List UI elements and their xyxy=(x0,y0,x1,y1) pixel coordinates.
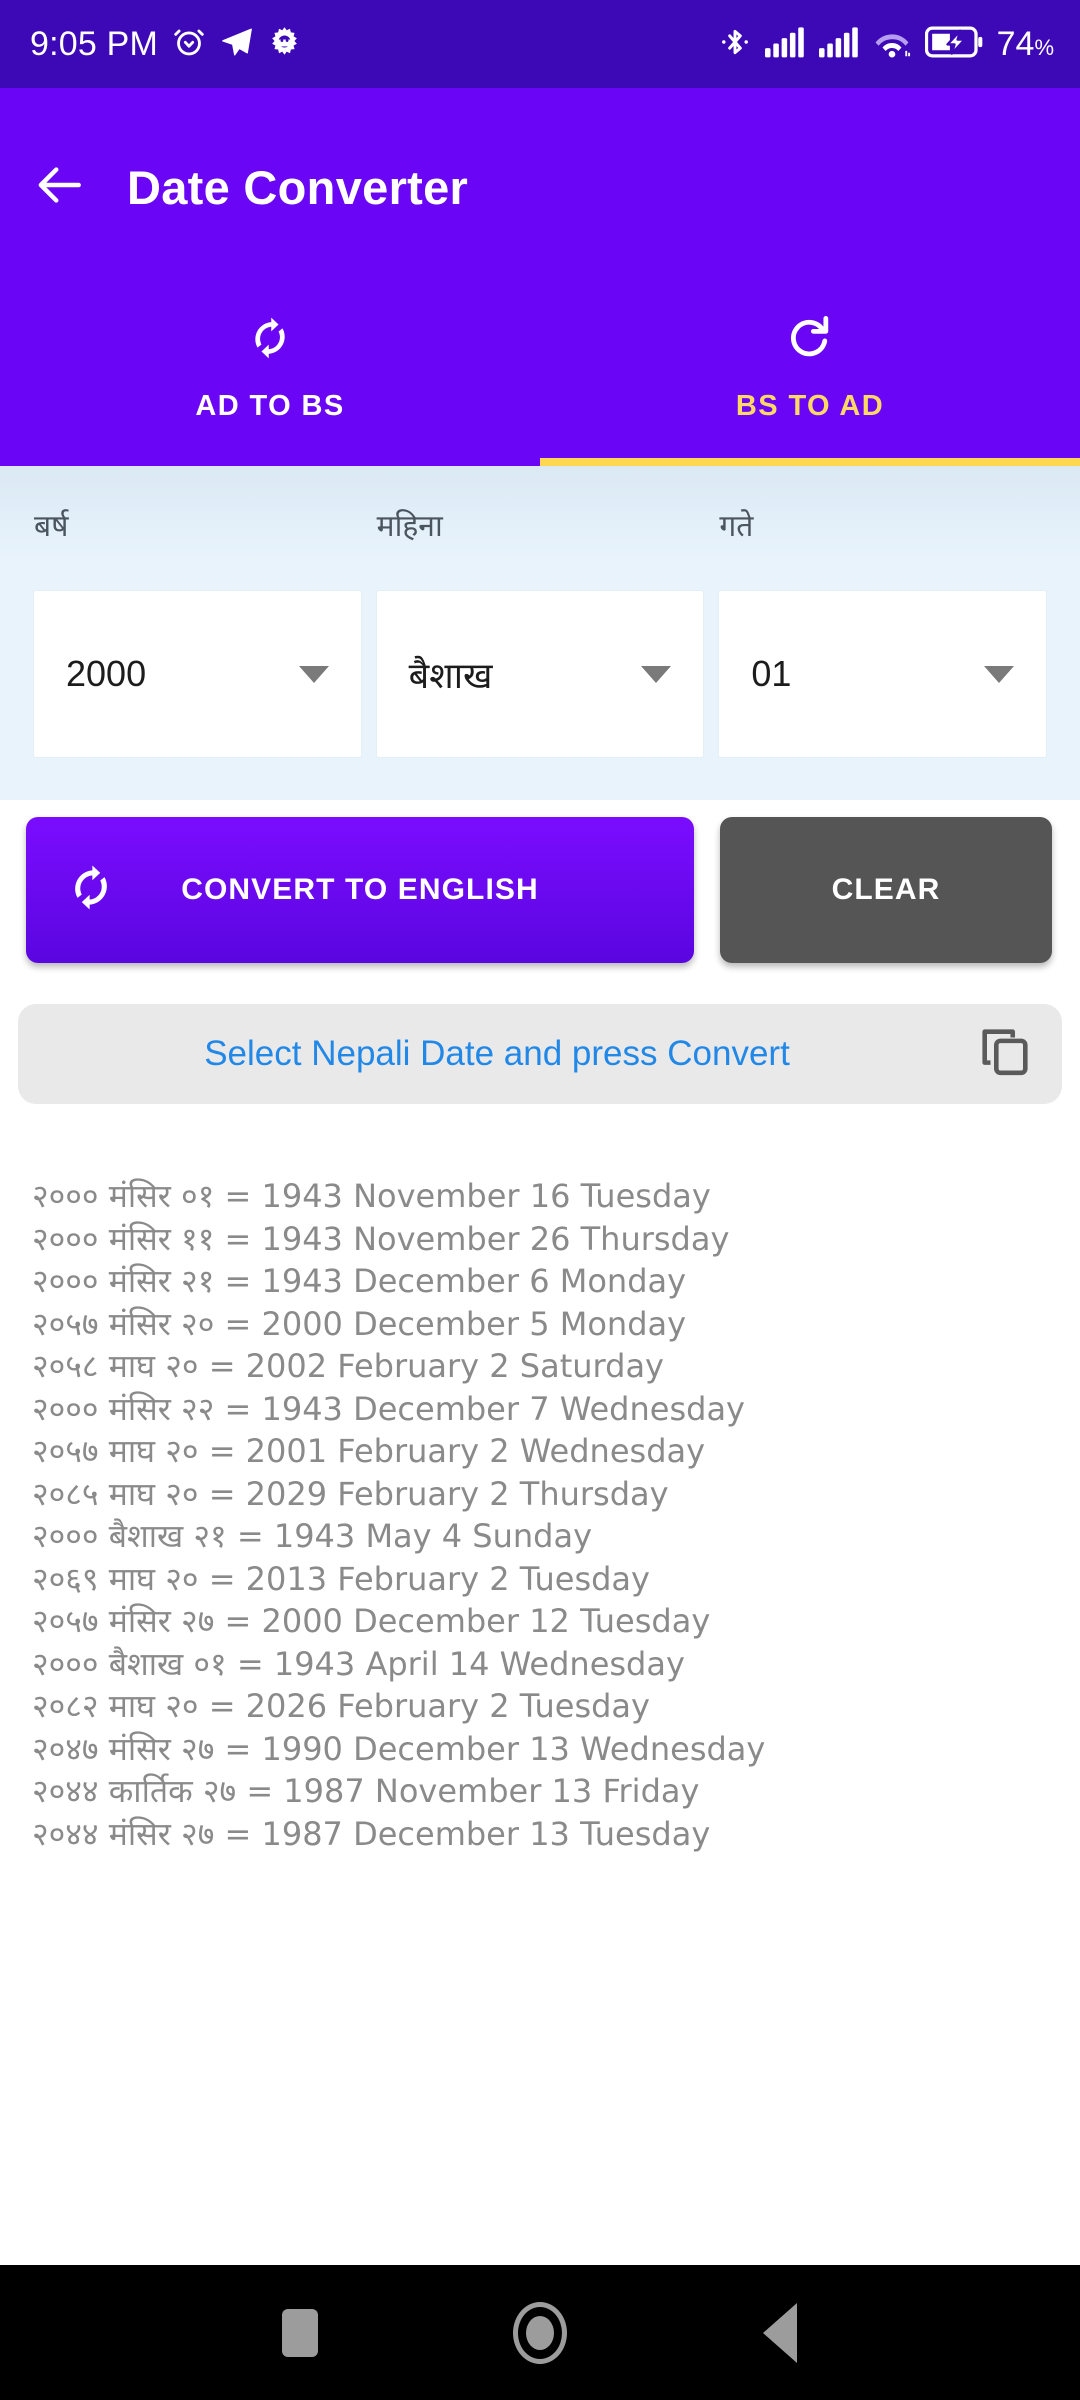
day-value: 01 xyxy=(751,653,792,694)
list-item[interactable]: २०५८ माघ २० = 2002 February 2 Saturday xyxy=(32,1345,1048,1388)
arrow-left-icon xyxy=(32,157,88,218)
month-dropdown[interactable]: बैशाख xyxy=(376,591,704,757)
field-col-month: महिना xyxy=(369,504,712,545)
list-item[interactable]: २०४४ मंसिर २७ = 1987 December 13 Tuesday xyxy=(32,1813,1048,1856)
refresh-icon xyxy=(785,313,835,368)
tab-indicator xyxy=(540,458,1080,466)
chevron-down-icon xyxy=(298,665,329,683)
list-item[interactable]: २०६९ माघ २० = 2013 February 2 Tuesday xyxy=(32,1558,1048,1601)
action-button-row: CONVERT TO ENGLISH CLEAR xyxy=(0,800,1080,980)
recents-button[interactable] xyxy=(180,2308,420,2357)
list-item[interactable]: २००० मंसिर ११ = 1943 November 26 Thursda… xyxy=(32,1218,1048,1261)
list-item[interactable]: २०८५ माघ २० = 2029 February 2 Thursday xyxy=(32,1473,1048,1516)
signal-sim1-icon xyxy=(764,26,805,63)
tab-label: BS TO AD xyxy=(735,390,885,422)
copy-icon xyxy=(976,1023,1034,1086)
year-value: 2000 xyxy=(66,653,147,694)
app-bar: Date Converter xyxy=(0,88,1080,300)
result-bar-wrap: Select Nepali Date and press Convert xyxy=(0,990,1080,1118)
day-dropdown[interactable]: 01 xyxy=(719,591,1047,757)
sync-icon xyxy=(245,313,295,368)
dropdown-wrap-year: 2000 xyxy=(26,591,369,757)
tab-label: AD TO BS xyxy=(195,390,345,422)
status-bar: 9:05 PM 74% xyxy=(0,0,1080,88)
copy-button[interactable] xyxy=(972,1021,1038,1087)
status-time: 9:05 PM xyxy=(30,25,159,63)
field-col-year: बर्ष xyxy=(26,504,369,545)
list-item[interactable]: २०४४ कार्तिक २७ = 1987 November 13 Frida… xyxy=(32,1770,1048,1813)
system-navigation-bar xyxy=(0,2265,1080,2400)
tab-ad-to-bs[interactable]: AD TO BS xyxy=(0,270,540,466)
conversion-history-list: २००० मंसिर ०१ = 1943 November 16 Tuesday… xyxy=(0,1175,1080,1855)
date-input-panel: बर्ष महिना गते 2000 बैशाख 01 xyxy=(0,466,1080,800)
list-item[interactable]: २०८२ माघ २० = 2026 February 2 Tuesday xyxy=(32,1685,1048,1728)
status-bar-right: 74% xyxy=(719,26,1054,63)
bluetooth-icon xyxy=(719,26,751,63)
convert-button-label: CONVERT TO ENGLISH xyxy=(181,873,539,906)
clear-button[interactable]: CLEAR xyxy=(720,817,1052,963)
list-item[interactable]: २००० मंसिर २२ = 1943 December 7 Wednesda… xyxy=(32,1388,1048,1431)
list-item[interactable]: २००० बैशाख २१ = 1943 May 4 Sunday xyxy=(32,1515,1048,1558)
year-label: बर्ष xyxy=(34,510,69,543)
field-label-row: बर्ष महिना गते xyxy=(26,466,1054,545)
list-item[interactable]: २००० मंसिर ०१ = 1943 November 16 Tuesday xyxy=(32,1175,1048,1218)
signal-sim2-icon xyxy=(818,26,859,63)
alarm-icon xyxy=(172,25,206,64)
battery-charging-icon xyxy=(924,26,983,63)
list-item[interactable]: २०४७ मंसिर २७ = 1990 December 13 Wednesd… xyxy=(32,1728,1048,1771)
tab-bar: AD TO BS BS TO AD xyxy=(0,270,1080,466)
phone-screen: 9:05 PM 74% Date Converter AD TO BS BS T… xyxy=(0,0,1080,2400)
month-value: बैशाख xyxy=(408,654,493,696)
day-label: गते xyxy=(719,510,754,543)
list-item[interactable]: २००० बैशाख ०१ = 1943 April 14 Wednesday xyxy=(32,1643,1048,1686)
home-circle-icon xyxy=(513,2301,567,2364)
status-bar-left: 9:05 PM xyxy=(30,25,301,64)
dropdown-wrap-day: 01 xyxy=(711,591,1054,757)
battery-percent: 74% xyxy=(996,25,1054,63)
result-text: Select Nepali Date and press Convert xyxy=(204,1034,790,1073)
chevron-down-icon xyxy=(984,665,1015,683)
dropdown-wrap-month: बैशाख xyxy=(369,591,712,757)
chevron-down-icon xyxy=(641,665,672,683)
list-item[interactable]: २००० मंसिर २१ = 1943 December 6 Monday xyxy=(32,1260,1048,1303)
gear-icon xyxy=(268,25,301,63)
sync-icon xyxy=(64,861,118,920)
month-label: महिना xyxy=(376,510,443,543)
back-button-nav[interactable] xyxy=(660,2302,900,2363)
clear-button-label: CLEAR xyxy=(831,873,941,906)
wifi-icon xyxy=(873,26,911,63)
back-button[interactable] xyxy=(0,157,120,218)
list-item[interactable]: २०५७ मंसिर २७ = 2000 December 12 Tuesday xyxy=(32,1600,1048,1643)
list-item[interactable]: २०५७ मंसिर २० = 2000 December 5 Monday xyxy=(32,1303,1048,1346)
list-item[interactable]: २०५७ माघ २० = 2001 February 2 Wednesday xyxy=(32,1430,1048,1473)
page-title: Date Converter xyxy=(127,160,469,214)
back-triangle-icon xyxy=(763,2302,797,2363)
year-dropdown[interactable]: 2000 xyxy=(34,591,361,757)
tab-bs-to-ad[interactable]: BS TO AD xyxy=(540,270,1080,466)
home-button[interactable] xyxy=(420,2301,660,2364)
result-bar: Select Nepali Date and press Convert xyxy=(18,1004,1062,1104)
field-col-day: गते xyxy=(711,504,1054,545)
recents-square-icon xyxy=(282,2308,318,2357)
convert-to-english-button[interactable]: CONVERT TO ENGLISH xyxy=(26,817,694,963)
telegram-icon xyxy=(220,25,254,64)
dropdown-row: 2000 बैशाख 01 xyxy=(26,591,1054,757)
